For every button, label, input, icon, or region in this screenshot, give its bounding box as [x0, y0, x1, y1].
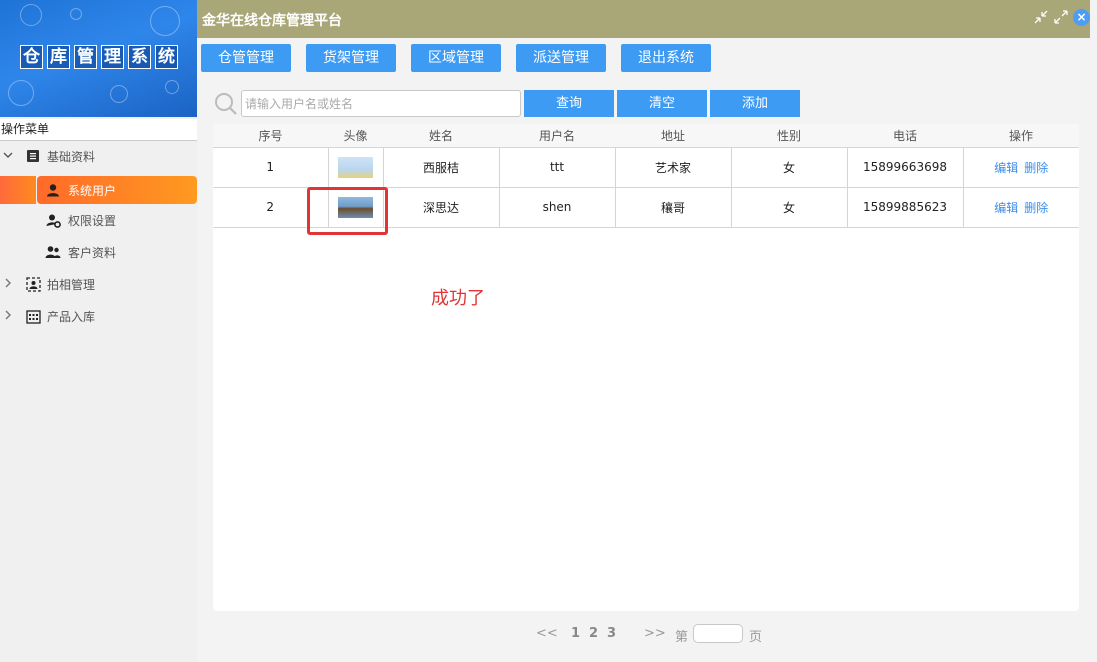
title-bar: 金华在线仓库管理平台 — [197, 0, 1090, 38]
pager-next[interactable]: >> — [644, 626, 666, 641]
column-header-avatar: 头像 — [328, 124, 383, 148]
column-header-username: 用户名 — [499, 124, 615, 148]
banner-char: 仓 — [20, 45, 43, 69]
close-icon[interactable]: × — [1073, 9, 1090, 26]
cell-index: 1 — [213, 147, 329, 188]
banner-char: 统 — [155, 45, 178, 69]
cell-phone: 15899885623 — [847, 187, 964, 228]
sidebar-group-label: 拍相管理 — [47, 277, 96, 292]
pager-page-3[interactable]: 3 — [607, 626, 616, 641]
document-icon — [25, 148, 41, 164]
sidebar-group-label: 基础资料 — [47, 149, 96, 164]
pager-prefix: 第 — [675, 630, 689, 645]
pager-suffix: 页 — [749, 630, 763, 645]
app-title: 金华在线仓库管理平台 — [202, 13, 342, 29]
nav-delivery-management-button[interactable]: 派送管理 — [516, 44, 606, 72]
cell-gender: 女 — [731, 147, 848, 188]
sidebar-item-customers[interactable]: 客户资料 — [0, 238, 197, 266]
chevron-right-icon[interactable] — [3, 278, 13, 291]
banner-char: 库 — [47, 45, 70, 69]
edit-link[interactable]: 编辑 — [994, 201, 1018, 215]
menu-header: 操作菜单 — [0, 119, 197, 141]
cell-address: 穰哥 — [615, 187, 732, 228]
edit-link[interactable]: 编辑 — [994, 161, 1018, 175]
banner-char: 管 — [74, 45, 97, 69]
cell-avatar — [328, 147, 384, 188]
clear-button[interactable]: 清空 — [617, 90, 707, 117]
search-input[interactable] — [241, 90, 521, 117]
expand-icon[interactable] — [1052, 9, 1070, 27]
sidebar-group-basic-data[interactable]: 基础资料 — [0, 142, 197, 170]
cell-username: ttt — [499, 147, 616, 188]
pager-page-1[interactable]: 1 — [571, 626, 580, 641]
sidebar-group-label: 产品入库 — [47, 309, 96, 324]
cell-gender: 女 — [731, 187, 848, 228]
banner-char: 系 — [128, 45, 151, 69]
query-button[interactable]: 查询 — [524, 90, 614, 117]
app-banner-logo: 仓 库 管 理 系 统 — [0, 0, 197, 117]
sidebar: 仓 库 管 理 系 统 操作菜单 基础资料 系统用户 权限设置 客户资料 拍相管… — [0, 0, 197, 662]
cell-address: 艺术家 — [615, 147, 732, 188]
column-header-gender: 性别 — [731, 124, 847, 148]
photo-frame-icon — [25, 276, 41, 292]
user-icon — [45, 182, 61, 198]
sidebar-item-permissions[interactable]: 权限设置 — [0, 206, 197, 234]
nav-warehouse-management-button[interactable]: 仓管管理 — [201, 44, 291, 72]
shrink-icon[interactable] — [1032, 9, 1050, 27]
sidebar-item-label: 客户资料 — [68, 245, 117, 260]
nav-area-management-button[interactable]: 区域管理 — [411, 44, 501, 72]
search-icon — [214, 92, 238, 116]
chevron-down-icon[interactable] — [3, 150, 13, 163]
cell-username: shen — [499, 187, 616, 228]
cell-actions: 编辑 删除 — [963, 147, 1079, 188]
nav-shelf-management-button[interactable]: 货架管理 — [306, 44, 396, 72]
pager-page-2[interactable]: 2 — [589, 626, 598, 641]
grid-calendar-icon — [25, 308, 41, 324]
user-gear-icon — [45, 212, 61, 228]
table-header-row: 序号 头像 姓名 用户名 地址 性别 电话 操作 — [213, 124, 1079, 148]
column-header-name: 姓名 — [383, 124, 499, 148]
column-header-index: 序号 — [213, 124, 328, 148]
column-header-phone: 电话 — [847, 124, 963, 148]
column-header-address: 地址 — [615, 124, 731, 148]
cell-name: 西服桔 — [383, 147, 500, 188]
sidebar-item-label: 权限设置 — [68, 213, 117, 228]
pager-prev[interactable]: << — [536, 626, 558, 641]
page-number-input[interactable] — [693, 624, 743, 643]
add-button[interactable]: 添加 — [710, 90, 800, 117]
banner-title: 仓 库 管 理 系 统 — [20, 45, 178, 69]
chevron-right-icon[interactable] — [3, 310, 13, 323]
banner-char: 理 — [101, 45, 124, 69]
sidebar-group-photo[interactable]: 拍相管理 — [0, 270, 197, 298]
table-row: 1 西服桔 ttt 艺术家 女 15899663698 编辑 删除 — [213, 147, 1079, 188]
nav-exit-button[interactable]: 退出系统 — [621, 44, 711, 72]
sidebar-item-label: 系统用户 — [68, 183, 117, 198]
avatar — [338, 156, 373, 178]
cell-actions: 编辑 删除 — [963, 187, 1079, 228]
annotation-highlight-box — [307, 187, 388, 235]
sidebar-group-product-inbound[interactable]: 产品入库 — [0, 302, 197, 330]
column-header-actions: 操作 — [963, 124, 1079, 148]
delete-link[interactable]: 删除 — [1024, 201, 1048, 215]
delete-link[interactable]: 删除 — [1024, 161, 1048, 175]
users-icon — [45, 244, 61, 260]
annotation-success-text: 成功了 — [431, 288, 485, 309]
cell-name: 深思达 — [383, 187, 500, 228]
sidebar-item-system-users-content[interactable]: 系统用户 — [0, 176, 197, 204]
cell-phone: 15899663698 — [847, 147, 964, 188]
